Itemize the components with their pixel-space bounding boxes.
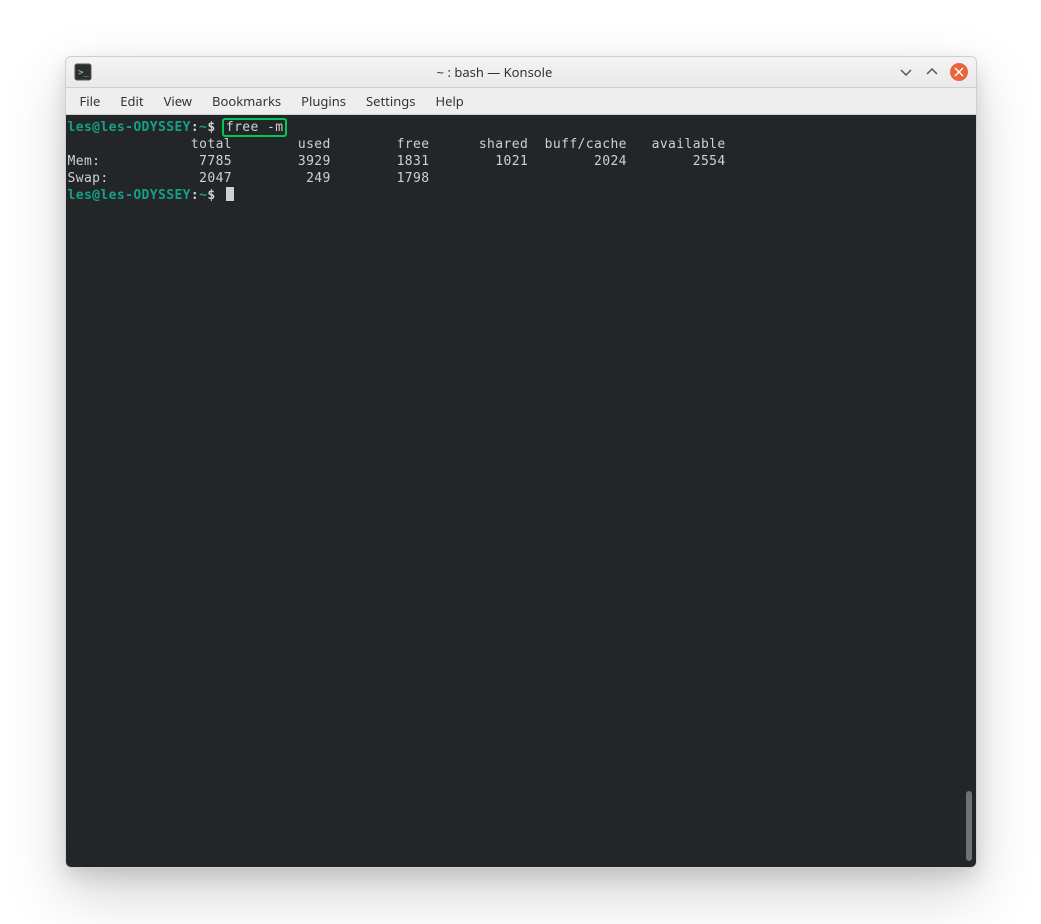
title-bar[interactable]: >_ ~ : bash — Konsole [66,57,976,88]
konsole-app-icon: >_ [74,63,92,81]
menu-file[interactable]: File [70,89,111,113]
minimize-button[interactable] [898,64,914,80]
svg-text:>_: >_ [78,68,89,78]
vertical-scrollbar[interactable] [964,115,974,867]
menu-settings[interactable]: Settings [356,89,425,113]
menu-plugins[interactable]: Plugins [291,89,356,113]
scrollbar-thumb[interactable] [966,791,972,861]
menu-edit[interactable]: Edit [110,89,153,113]
menu-bar: File Edit View Bookmarks Plugins Setting… [66,88,976,115]
window-controls [898,63,968,81]
cursor [226,187,234,201]
menu-view[interactable]: View [154,89,202,113]
window-title: ~ : bash — Konsole [100,63,890,81]
menu-bookmarks[interactable]: Bookmarks [202,89,291,113]
terminal-viewport[interactable]: les@les-ODYSSEY:~$ free -m total used fr… [66,115,976,867]
konsole-window: >_ ~ : bash — Konsole File Edit View [65,56,977,868]
terminal-content[interactable]: les@les-ODYSSEY:~$ free -m total used fr… [66,115,976,867]
maximize-button[interactable] [924,64,940,80]
menu-help[interactable]: Help [425,89,473,113]
close-button[interactable] [950,63,968,81]
